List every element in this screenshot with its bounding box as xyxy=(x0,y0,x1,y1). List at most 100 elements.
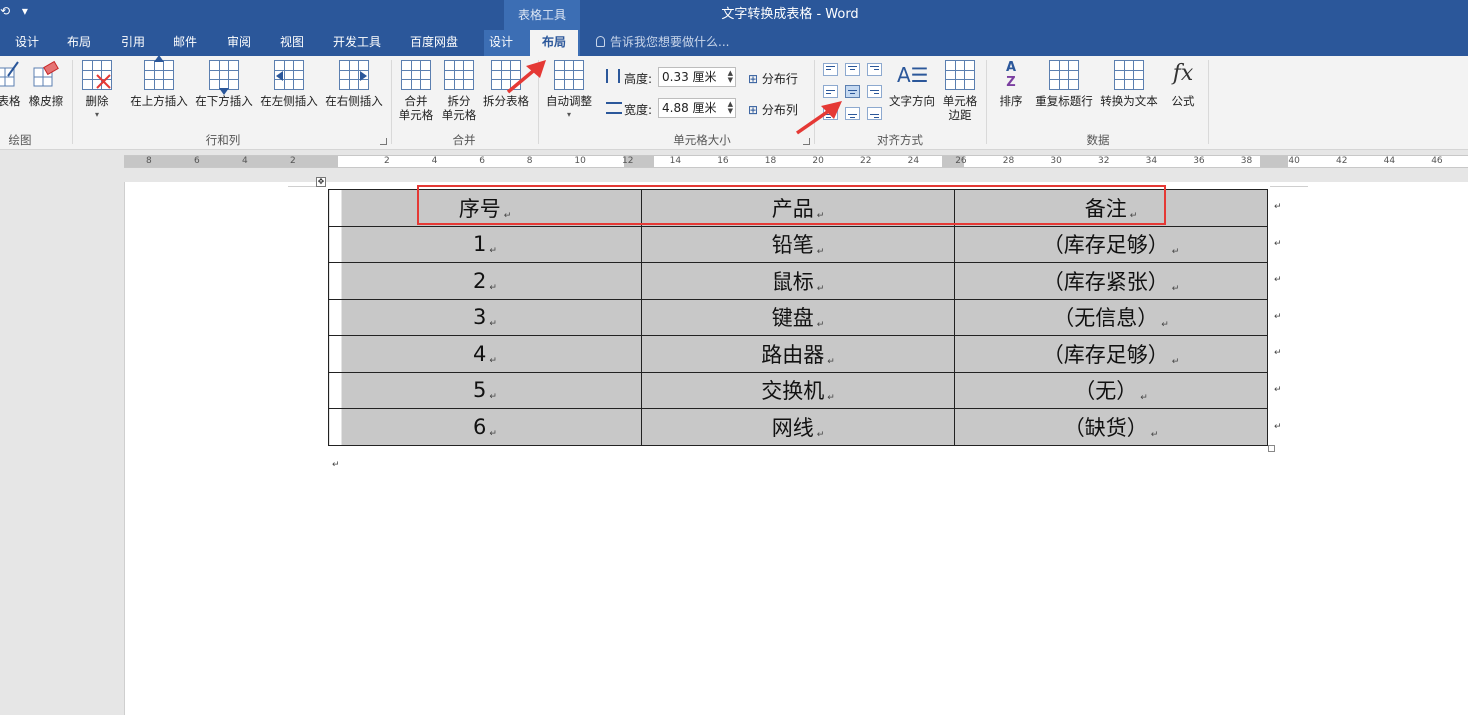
end-of-row-mark: ↵ xyxy=(1274,238,1282,249)
ruler-number: 28 xyxy=(1002,156,1015,166)
table-row[interactable]: 1 ↵ 铅笔 ↵ （库存足够） ↵ xyxy=(328,225,1268,263)
align-middle-left-button[interactable] xyxy=(823,85,838,98)
end-of-row-mark: ↵ xyxy=(1274,275,1282,286)
paragraph-mark: ↵ xyxy=(816,247,825,258)
end-of-row-mark: ↵ xyxy=(1274,385,1282,395)
cell-text: （无信息） xyxy=(1053,306,1159,331)
split-cells-button[interactable]: 拆分 单元格 xyxy=(439,60,479,122)
tab-references[interactable]: 引用 xyxy=(110,30,156,56)
sort-button[interactable]: AZ 排序 xyxy=(994,60,1028,108)
tab-table-layout[interactable]: 布局 xyxy=(530,30,578,56)
document-table[interactable]: 序号 ↵ 产品 ↵ 备注 ↵ 1 ↵ 铅笔 ↵ （库存足够） ↵ 2 ↵ 鼠标 ↵ （库存紧张） ↵ 3 ↵ 键盘 ↵ （无… xyxy=(328,189,1268,446)
paragraph-mark: ↵ xyxy=(816,283,825,294)
align-middle-center-button[interactable] xyxy=(845,85,860,98)
insert-above-label: 在上方插入 xyxy=(130,94,188,108)
convert-to-text-button[interactable]: 转换为文本 xyxy=(1098,60,1160,108)
group-label-data: 数据 xyxy=(1086,133,1110,147)
spinner-icon[interactable]: ▲ ▼ xyxy=(728,70,733,84)
table-row[interactable]: 2 ↵ 鼠标 ↵ （库存紧张） ↵ xyxy=(328,262,1268,300)
tab-design[interactable]: 设计 xyxy=(4,30,50,56)
table-cell[interactable]: 鼠标 ↵ xyxy=(641,262,955,300)
customize-qat-icon[interactable]: ▾ xyxy=(22,4,28,18)
cell-margins-button[interactable]: 单元格 边距 xyxy=(940,60,980,122)
table-cell[interactable]: （无信息） ↵ xyxy=(954,298,1268,336)
repeat-header-rows-button[interactable]: 重复标题行 xyxy=(1032,60,1096,108)
insert-below-button[interactable]: 在下方插入 xyxy=(193,60,255,108)
table-cell[interactable]: （库存足够） ↵ xyxy=(954,335,1268,373)
table-cell[interactable]: 网线 ↵ xyxy=(641,408,955,446)
table-row[interactable]: 5 ↵ 交换机 ↵ （无） ↵ xyxy=(328,371,1268,409)
split-table-label: 拆分表格 xyxy=(483,94,529,108)
table-cell[interactable]: 1 ↵ xyxy=(328,225,642,263)
align-top-center-button[interactable] xyxy=(845,63,860,76)
eraser-label: 橡皮擦 xyxy=(28,94,64,108)
table-cell[interactable]: （缺货） ↵ xyxy=(954,408,1268,446)
distribute-columns-button[interactable]: ⊞ 分布列 xyxy=(748,101,798,118)
paragraph-mark: ↵ xyxy=(827,356,835,367)
end-of-row-mark: ↵ xyxy=(1274,311,1282,322)
table-row[interactable]: 6 ↵ 网线 ↵ （缺货） ↵ xyxy=(328,408,1268,446)
split-table-button[interactable]: 拆分表格 xyxy=(481,60,531,108)
paragraph-mark: ↵ xyxy=(1171,283,1180,294)
align-bottom-right-button[interactable] xyxy=(867,107,882,120)
ruler-number: 32 xyxy=(1098,156,1110,166)
insert-above-button[interactable]: 在上方插入 xyxy=(128,55,190,108)
window-title: 文字转换成表格 - Word xyxy=(721,7,859,22)
tab-baidu-netdisk[interactable]: 百度网盘 xyxy=(400,30,468,56)
tab-view[interactable]: 视图 xyxy=(269,30,315,56)
tab-mailings[interactable]: 邮件 xyxy=(162,30,208,56)
insert-left-icon xyxy=(274,60,304,90)
table-cell[interactable]: （库存紧张） ↵ xyxy=(954,262,1268,300)
insert-right-button[interactable]: 在右侧插入 xyxy=(323,60,385,108)
rows-cols-launcher-icon[interactable] xyxy=(380,138,387,145)
touch-mode-icon[interactable]: ⟲ xyxy=(0,4,10,18)
cell-text: 鼠标 xyxy=(771,269,814,294)
tab-layout[interactable]: 布局 xyxy=(56,30,102,56)
tab-table-design[interactable]: 设计 xyxy=(480,30,522,56)
spinner-icon[interactable]: ▲ ▼ xyxy=(728,101,733,115)
table-cell[interactable]: （库存足够） ↵ xyxy=(954,225,1268,263)
align-top-left-button[interactable] xyxy=(823,63,838,76)
autofit-button[interactable]: 自动调整 ▾ xyxy=(543,60,595,122)
table-cell[interactable]: 4 ↵ xyxy=(328,335,642,373)
tell-me-box[interactable]: 告诉我您想要做什么... xyxy=(596,30,729,56)
text-direction-button[interactable]: A☰ 文字方向 xyxy=(886,60,938,108)
repeat-header-label: 重复标题行 xyxy=(1035,94,1093,108)
merge-cells-button[interactable]: 合并 单元格 xyxy=(396,60,436,122)
ruler-number: 18 xyxy=(764,156,777,166)
align-top-right-button[interactable] xyxy=(867,63,882,76)
cell-text: 键盘 xyxy=(771,306,814,331)
table-resize-handle[interactable] xyxy=(1268,445,1275,452)
height-input[interactable]: 0.33 厘米 ▲ ▼ xyxy=(658,67,736,87)
align-bottom-left-button[interactable] xyxy=(823,107,838,120)
table-cell[interactable]: 3 ↵ xyxy=(328,298,642,336)
table-move-handle-icon[interactable]: ✥ xyxy=(316,177,326,187)
table-cell[interactable]: 键盘 ↵ xyxy=(641,298,955,336)
eraser-button[interactable]: 橡皮擦 xyxy=(26,60,66,108)
sort-label: 排序 xyxy=(999,94,1023,108)
table-cell[interactable]: 6 ↵ xyxy=(328,408,642,446)
table-cell[interactable]: 2 ↵ xyxy=(328,262,642,300)
table-cell[interactable]: 交换机 ↵ xyxy=(641,371,955,409)
formula-button[interactable]: fx 公式 xyxy=(1166,60,1200,108)
table-cell[interactable]: 5 ↵ xyxy=(328,371,642,409)
insert-left-button[interactable]: 在左侧插入 xyxy=(258,60,320,108)
paragraph-mark: ↵ xyxy=(816,429,825,440)
cell-margins-icon xyxy=(945,60,975,90)
table-cell[interactable]: 铅笔 ↵ xyxy=(641,225,955,263)
align-middle-right-button[interactable] xyxy=(867,85,882,98)
table-row[interactable]: 3 ↵ 键盘 ↵ （无信息） ↵ xyxy=(328,298,1268,336)
cell-size-launcher-icon[interactable] xyxy=(803,138,810,145)
distribute-rows-button[interactable]: ⊞ 分布行 xyxy=(748,70,798,87)
delete-button[interactable]: 删除 ▾ xyxy=(78,60,116,122)
table-cell[interactable]: （无） ↵ xyxy=(954,371,1268,409)
table-row[interactable]: 4 ↵ 路由器 ↵ （库存足够） ↵ xyxy=(328,335,1268,373)
horizontal-ruler[interactable]: 8 6 4 2 2 4 6 8 10 12 14 16 18 20 22 24 26 28 30 32 34 36 38 40… xyxy=(0,150,1468,172)
width-input[interactable]: 4.88 厘米 ▲ ▼ xyxy=(658,98,736,118)
tab-review[interactable]: 审阅 xyxy=(216,30,262,56)
table-cell[interactable]: 路由器 ↵ xyxy=(641,335,955,373)
tab-developer[interactable]: 开发工具 xyxy=(326,30,388,56)
align-bottom-center-button[interactable] xyxy=(845,107,860,120)
draw-table-button[interactable]: 表格 xyxy=(0,60,24,108)
cell-text: 4 xyxy=(473,341,487,366)
